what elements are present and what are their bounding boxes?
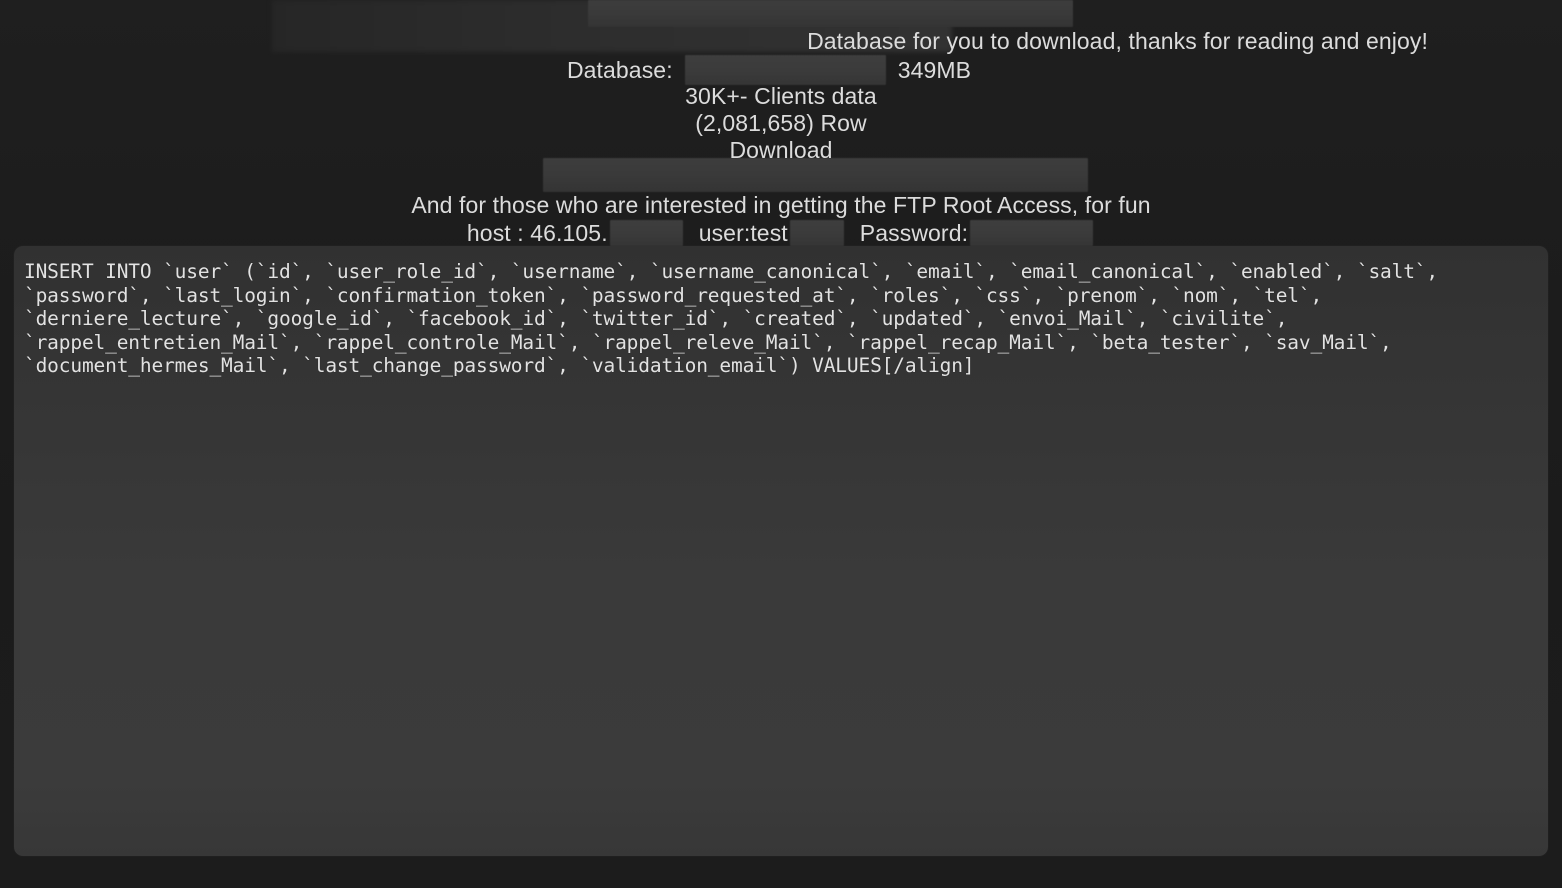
post-content: Database for you to download, thanks for… [0,0,1562,888]
sql-insert-statement: INSERT INTO `user` (`id`, `user_role_id`… [24,260,1438,378]
ftp-host-label: host : 46.105. [466,220,608,246]
clients-count-text: 30K+- Clients data [685,83,877,109]
database-name-redacted [684,55,886,85]
redaction-bar-top-center [588,0,1073,27]
ftp-credentials-row: host : 46.105. user:test Password: [0,219,1562,247]
code-block-content: INSERT INTO `user` (`id`, `user_role_id`… [24,260,1540,378]
headline-text: Database for you to download, thanks for… [807,28,1428,54]
ftp-password-redacted [970,220,1094,246]
download-label[interactable]: Download [0,136,1562,164]
rows-count-text: (2,081,658) Row [695,110,867,136]
ftp-intro-text: And for those who are interested in gett… [411,192,1151,218]
database-label: Database: [566,57,673,83]
database-size-row: Database: 349MB [0,55,1562,85]
ftp-password-label: Password: [859,220,969,246]
ftp-user-label: user:test [698,220,788,246]
ftp-host-redacted [609,220,683,246]
database-size: 349MB [897,57,972,83]
code-block[interactable]: INSERT INTO `user` (`id`, `user_role_id`… [14,246,1548,856]
ftp-user-redacted [789,220,844,246]
